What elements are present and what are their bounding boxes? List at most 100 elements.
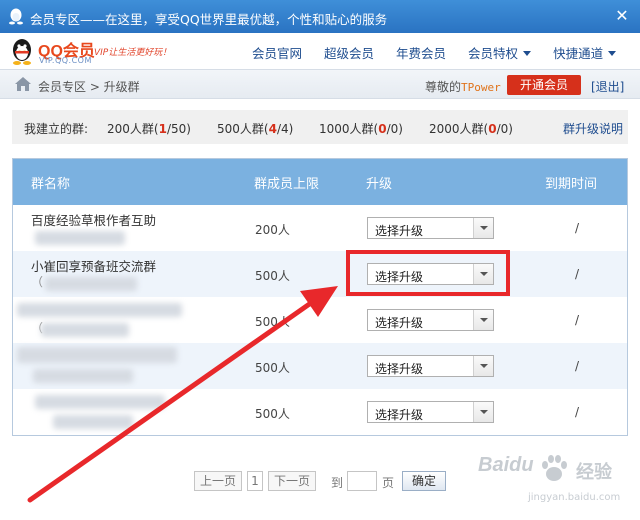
table-header: 群名称 群成员上限 升级 到期时间 [13,159,627,205]
goto-suffix: 页 [382,476,395,490]
blurred-group-id [35,231,125,245]
next-page-button[interactable]: 下一页 [268,471,316,491]
logo-slogan: VIP让生活更好玩！ [94,48,172,58]
logout-link[interactable]: [退出] [591,78,624,95]
header-member-limit: 群成员上限 [254,177,320,192]
chevron-down-icon [608,51,617,56]
table-row: （ 500人 选择升级 / [13,297,627,343]
goto-confirm-button[interactable]: 确定 [402,471,446,491]
member-limit: 500人 [255,361,290,375]
nav-item-shortcuts[interactable]: 快捷通道 [553,46,617,61]
penguin-logo-icon [13,39,31,65]
blurred-group-id [41,323,129,337]
username: TPower [461,81,501,94]
qq-vip-logo[interactable]: QQ会员 VIP.QQ.COM VIP让生活更好玩！ [10,37,171,67]
header-group-name: 群名称 [31,177,71,192]
group-stat-count: 4 [268,122,277,136]
baidu-jingyan-watermark: Baidu 经验 jingyan.baidu.com [468,452,638,514]
home-icon[interactable] [14,76,32,92]
upgrade-select-value: 选择升级 [375,408,424,422]
top-navigation: QQ会员 VIP.QQ.COM VIP让生活更好玩！ 会员官网 超级会员 年费会员会… [0,33,640,69]
table-row: 500人 选择升级 / [13,389,627,435]
upgrade-select-value: 选择升级 [375,224,424,238]
page-number-button[interactable]: 1 [247,471,263,491]
open-vip-button[interactable]: 开通会员 [507,75,581,95]
annotation-highlight-box [346,250,510,296]
blurred-group-name [17,347,177,363]
header-upgrade: 升级 [366,177,393,192]
table-row: 500人 选择升级 / [13,343,627,389]
window-title: 会员专区——在这里，享受QQ世界里最优越，个性和贴心的服务 [30,12,388,27]
watermark-brand: Baidu [478,454,534,476]
expire-date: / [575,359,580,373]
nav-item-super-vip[interactable]: 超级会员 [324,46,374,61]
logo-url: VIP.QQ.COM [39,56,92,65]
chevron-down-icon [473,356,493,376]
group-stat-200: 200人群(1/50) [107,122,191,136]
group-stat-count: 1 [158,122,167,136]
upgrade-select[interactable]: 选择升级 [367,355,494,377]
upgrade-help-link[interactable]: 群升级说明 [563,120,623,137]
group-stat-500: 500人群(4/4) [217,122,294,136]
nav-item-shortcuts-label: 快捷通道 [553,46,604,61]
group-stat-max: 0 [390,122,399,136]
member-limit: 500人 [255,407,290,421]
window-titlebar: 会员专区——在这里，享受QQ世界里最优越，个性和贴心的服务 ✕ [0,0,640,33]
chevron-down-icon [473,310,493,330]
blurred-group-name [17,303,182,317]
group-name: 百度经验草根作者互助 [31,213,157,228]
member-limit: 500人 [255,315,290,329]
upgrade-select[interactable]: 选择升级 [367,217,494,239]
group-stat-max: 4 [281,122,289,136]
watermark-url: jingyan.baidu.com [528,492,621,503]
chevron-down-icon [473,218,493,238]
group-stat-count: 0 [378,122,387,136]
created-groups-label: 我建立的群: [24,122,89,136]
qq-penguin-icon [9,8,23,25]
group-stat-count: 0 [488,122,497,136]
blurred-group-id [45,277,137,291]
greeting-prefix: 尊敬的 [425,80,462,94]
nav-item-privileges[interactable]: 会员特权 [468,46,532,61]
group-stat-type: 200人群 [107,122,154,136]
groups-table: 群名称 群成员上限 升级 到期时间 百度经验草根作者互助 200人 选择升级 /… [12,158,628,436]
group-stat-type: 1000人群 [319,122,374,136]
upgrade-select-value: 选择升级 [375,316,424,330]
group-stat-1000: 1000人群(0/0) [319,122,403,136]
watermark-cn: 经验 [576,462,612,483]
goto-prefix: 到 [331,476,344,490]
group-stat-max: 0 [500,122,509,136]
goto-page-input[interactable] [347,471,377,491]
nav-links: 会员官网 超级会员 年费会员 会员特权 快捷通道 [252,43,638,62]
blurred-group-id [33,369,133,383]
upgrade-select-value: 选择升级 [375,362,424,376]
blurred-group-id [53,415,133,429]
group-stat-2000: 2000人群(0/0) [429,122,513,136]
nav-item-official[interactable]: 会员官网 [252,46,302,61]
expire-date: / [575,221,580,235]
created-groups-summary: 我建立的群: 200人群(1/50) 500人群(4/4) 1000人群(0/0… [12,110,628,144]
nav-item-annual-vip[interactable]: 年费会员 [396,46,446,61]
member-limit: 500人 [255,269,290,283]
member-limit: 200人 [255,223,290,237]
group-name: 小崔回享预备班交流群 [31,259,157,274]
group-stat-max: 50 [171,122,187,136]
prev-page-button[interactable]: 上一页 [194,471,242,491]
close-icon[interactable]: ✕ [613,7,631,25]
chevron-down-icon [473,402,493,422]
table-row: 小崔回享预备班交流群 （ 500人 选择升级 / [13,251,627,297]
expire-date: / [575,267,580,281]
table-row: 百度经验草根作者互助 200人 选择升级 / [13,205,627,251]
nav-item-privileges-label: 会员特权 [468,46,519,61]
group-stat-type: 2000人群 [429,122,484,136]
group-stat-type: 500人群 [217,122,264,136]
breadcrumb: 会员专区 > 升级群 [38,80,140,94]
upgrade-select[interactable]: 选择升级 [367,309,494,331]
expire-date: / [575,313,580,327]
upgrade-select[interactable]: 选择升级 [367,401,494,423]
chevron-down-icon [523,51,532,56]
user-greeting: 尊敬的TPower [425,78,501,95]
group-id: （ [31,275,44,289]
paw-icon [542,455,567,481]
expire-date: / [575,405,580,419]
